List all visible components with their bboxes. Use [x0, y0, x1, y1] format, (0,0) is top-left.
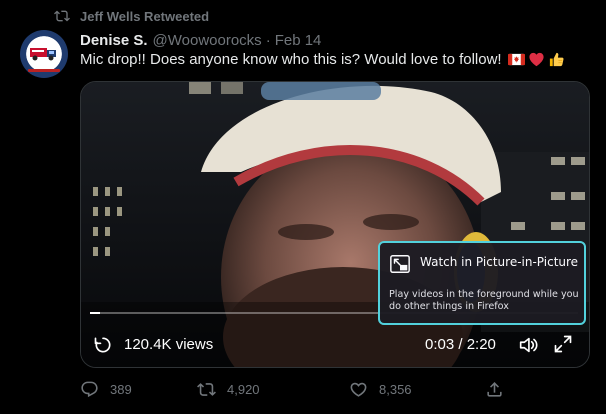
share-button[interactable] [485, 376, 504, 402]
thumbs-up-icon [549, 52, 564, 67]
fullscreen-icon[interactable] [553, 334, 573, 354]
reply-count: 389 [110, 381, 132, 397]
canada-flag-icon [507, 53, 525, 66]
avatar[interactable] [20, 30, 68, 78]
video-time: 0:03 / 2:20 [425, 336, 496, 353]
video-progress-fill [90, 312, 100, 314]
tweet-body: Mic drop!! Does anyone know who this is?… [80, 51, 502, 68]
reply-icon [81, 381, 98, 397]
tweet-text: Mic drop!! Does anyone know who this is?… [80, 51, 565, 68]
tweet-date[interactable]: Feb 14 [275, 32, 322, 49]
reply-button[interactable]: 389 [80, 376, 132, 402]
author-name[interactable]: Denise S. [80, 32, 148, 49]
picture-in-picture-icon [390, 255, 410, 273]
view-count: 120.4K views [124, 336, 214, 353]
retweet-header[interactable]: Jeff Wells Retweeted [54, 7, 209, 25]
like-button[interactable]: 8,356 [349, 376, 412, 402]
pip-tooltip[interactable]: Watch in Picture-in-Picture Play videos … [378, 241, 586, 325]
share-icon [487, 381, 502, 397]
like-count: 8,356 [379, 381, 412, 397]
red-heart-icon [529, 52, 544, 67]
author-handle[interactable]: @Woowoorocks [153, 32, 262, 49]
retweet-label[interactable]: Jeff Wells Retweeted [80, 9, 209, 24]
tweet-header: Denise S. @Woowoorocks · Feb 14 [80, 30, 321, 50]
video-frame [81, 82, 589, 367]
retweet-icon [54, 10, 70, 22]
replay-icon[interactable] [93, 335, 113, 355]
retweet-icon [197, 382, 216, 396]
separator: · [265, 31, 271, 49]
retweet-count: 4,920 [227, 381, 260, 397]
retweet-button[interactable]: 4,920 [197, 376, 260, 402]
pip-title[interactable]: Watch in Picture-in-Picture [420, 255, 578, 269]
volume-icon[interactable] [517, 334, 539, 356]
truck-icon [30, 48, 56, 61]
heart-icon [350, 382, 367, 397]
pip-description: Play videos in the foreground while you … [389, 289, 579, 312]
avatar-banner [28, 69, 60, 72]
